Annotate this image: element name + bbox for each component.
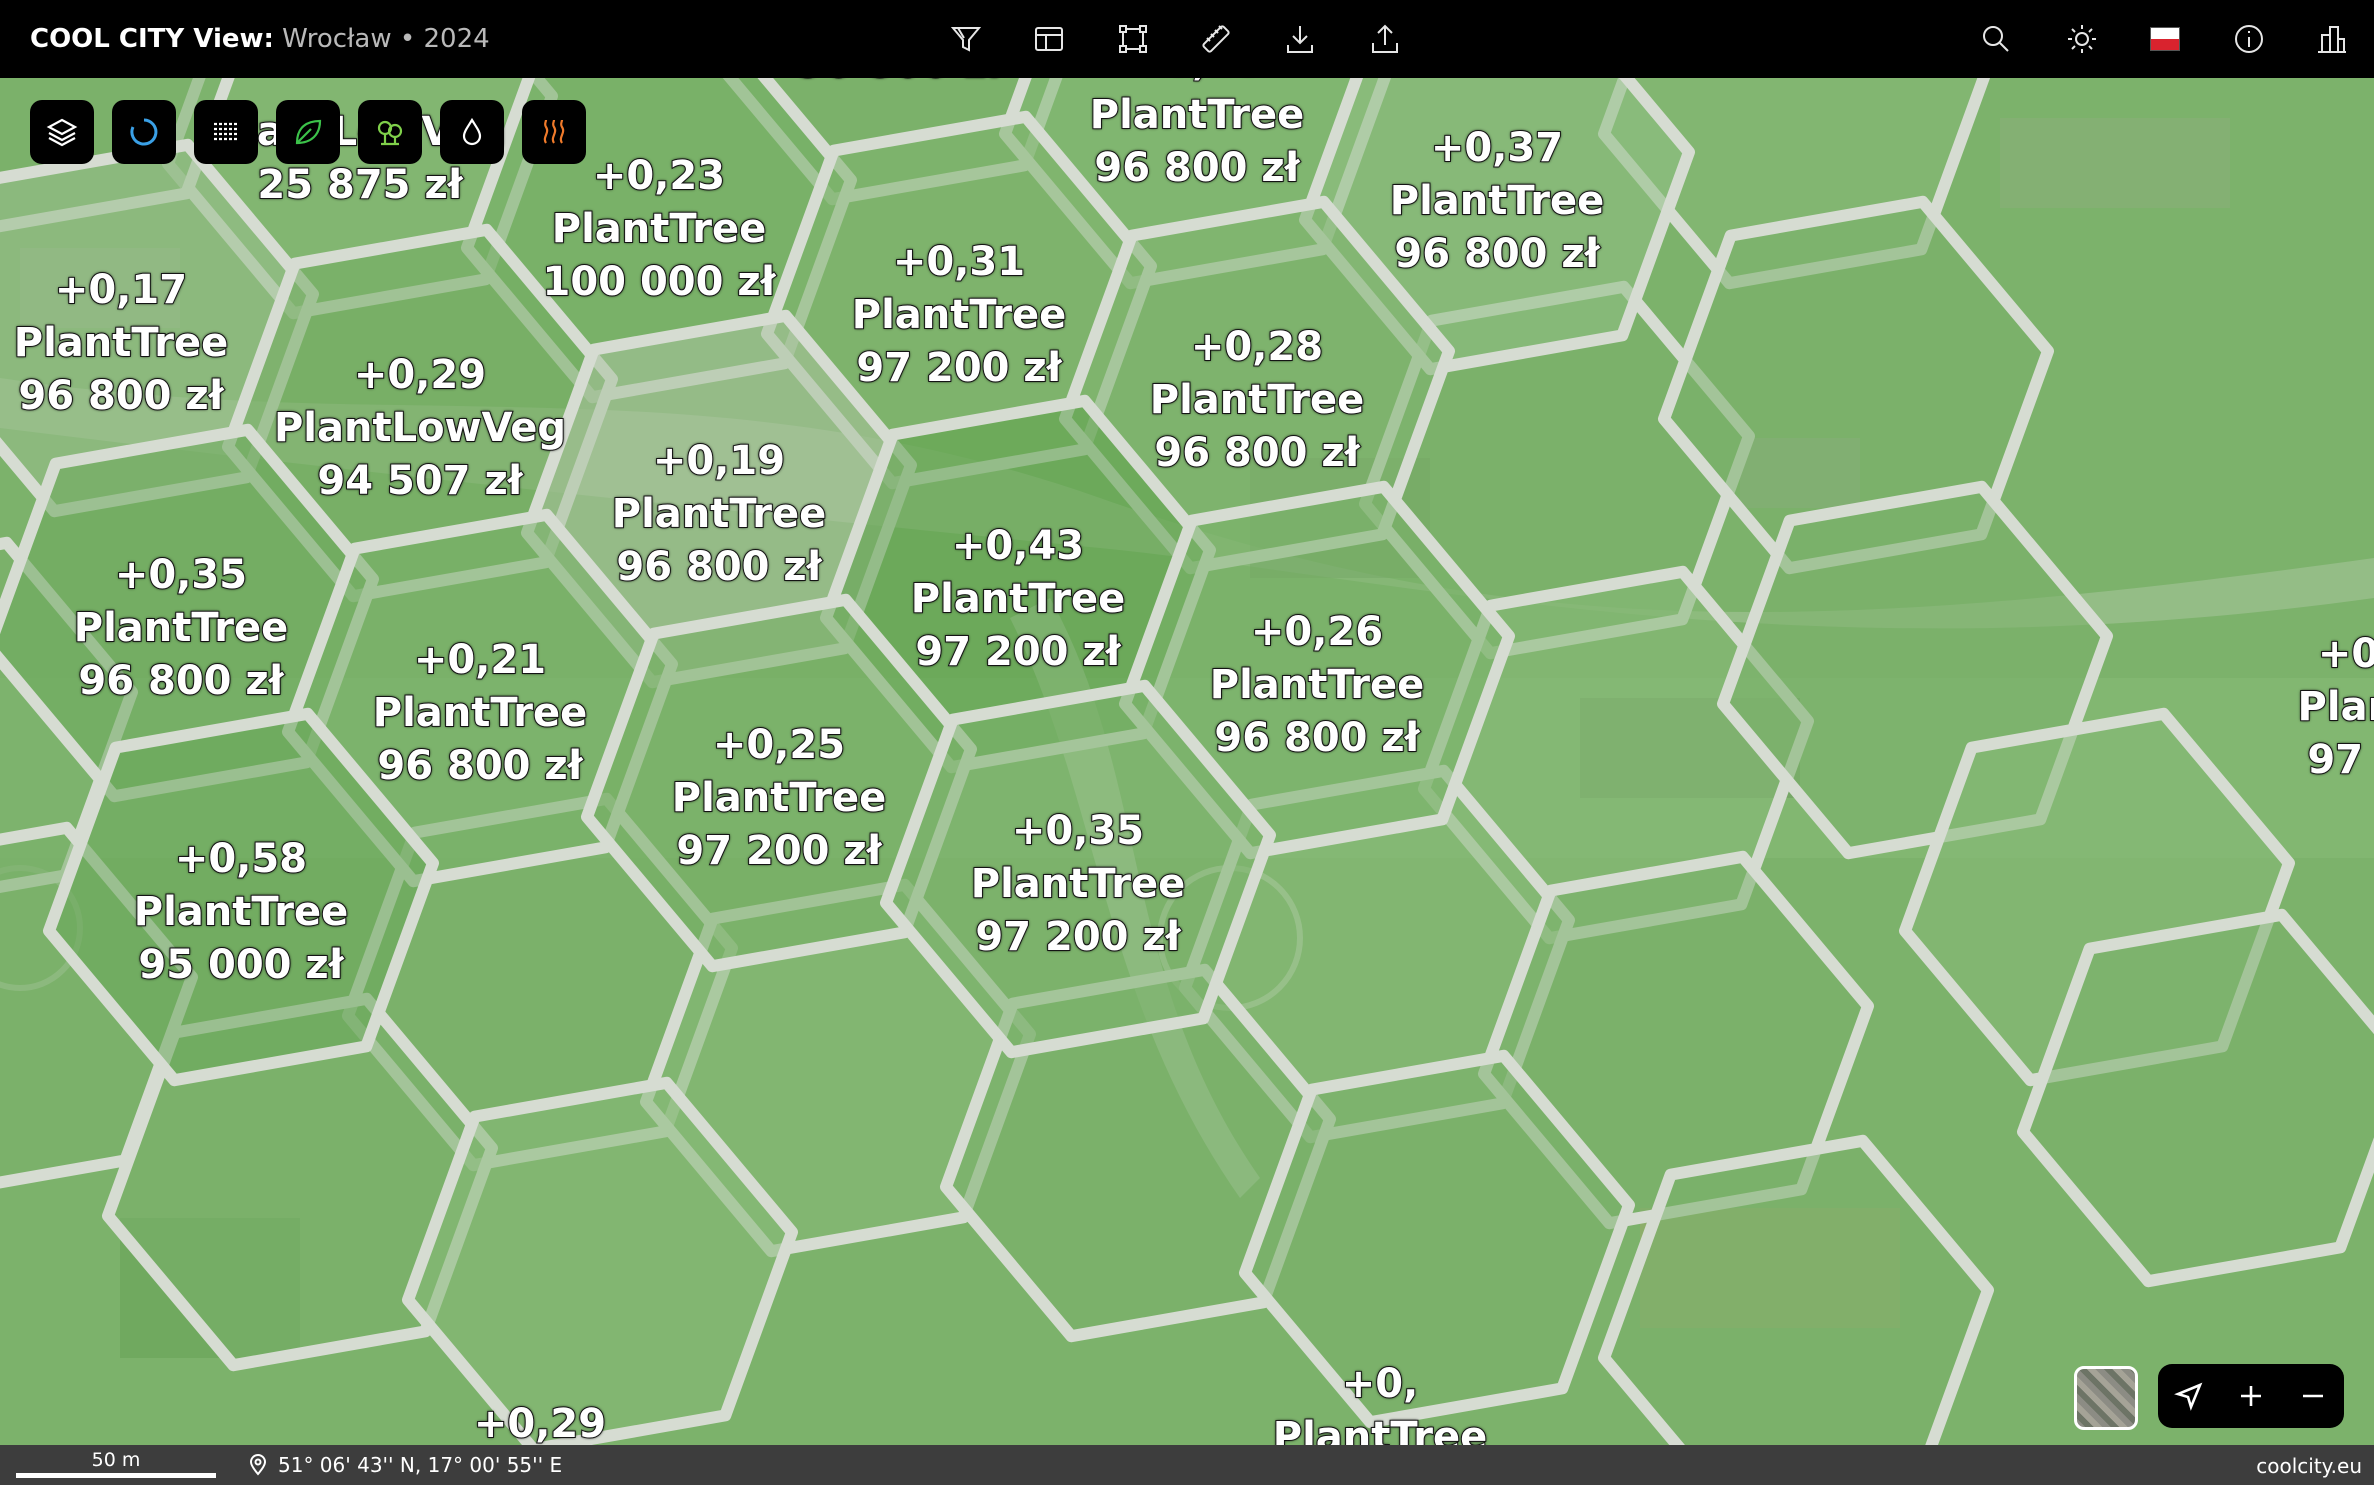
table-button[interactable] [1027,17,1071,61]
theme-toggle-button[interactable] [2060,17,2104,61]
zoom-in-button[interactable] [2225,1370,2277,1422]
trees-layer-button[interactable] [358,100,422,164]
coordinates-text: 51° 06' 43'' N, 17° 00' 55'' E [278,1453,563,1477]
vegetation-layer-button[interactable] [276,100,340,164]
basemap-toggle-thumbnail[interactable] [2074,1366,2138,1430]
map-nav-controls [2158,1364,2344,1428]
loading-ring-icon [130,118,158,146]
loading-layer-button[interactable] [112,100,176,164]
hatch-layer-button[interactable] [194,100,258,164]
info-icon [2235,25,2263,53]
layer-toolbar [30,100,586,164]
status-bar: 50 m 51° 06' 43'' N, 17° 00' 55'' E cool… [0,1445,2374,1485]
buildings-icon [2318,26,2346,53]
filter-icon [950,27,982,52]
year-label: 2024 [423,24,490,54]
map-canvas[interactable]: +0,25PlantTree96 800 zł+0,37PlantTree96 … [0,78,2374,1445]
zoom-out-button[interactable] [2287,1370,2339,1422]
app-title: COOL CITY View: Wrocław • 2024 [30,22,490,56]
locate-arrow-icon [2174,1382,2203,1411]
language-button[interactable] [2143,17,2187,61]
site-link[interactable]: coolcity.eu [2256,1454,2362,1478]
trees-icon [377,120,403,146]
city-name: Wrocław [282,24,392,54]
search-button[interactable] [1974,17,2018,61]
layers-button[interactable] [30,100,94,164]
download-icon [1287,26,1313,53]
heat-waves-icon [543,119,565,144]
scale-label: 50 m [91,1449,141,1471]
share-icon [1372,24,1398,53]
info-button[interactable] [2227,17,2271,61]
scale-line [16,1473,216,1478]
filter-button[interactable] [944,17,988,61]
layers-icon [46,118,78,147]
share-button[interactable] [1363,17,1407,61]
select-area-button[interactable] [1111,17,1155,61]
map-background [0,78,2374,1445]
locate-button[interactable] [2163,1370,2215,1422]
heat-layer-button[interactable] [522,100,586,164]
ruler-icon [1202,25,1230,53]
water-drop-icon [462,117,482,146]
top-bar: COOL CITY View: Wrocław • 2024 [0,0,2374,78]
scale-bar: 50 m [16,1449,216,1478]
download-button[interactable] [1278,17,1322,61]
leaf-icon [295,119,322,145]
table-icon [1035,27,1063,51]
title-separator: • [391,24,424,54]
buildings-button[interactable] [2310,17,2354,61]
search-icon [1983,26,2009,52]
hatch-lines-icon [214,122,238,141]
minus-icon [2303,1394,2323,1398]
location-pin-icon [249,1454,267,1476]
water-layer-button[interactable] [440,100,504,164]
coordinates-readout: 51° 06' 43'' N, 17° 00' 55'' E [248,1453,562,1477]
poland-flag-icon [2150,27,2180,51]
ruler-button[interactable] [1194,17,1238,61]
select-area-icon [1119,25,1147,53]
sun-icon [2068,25,2096,53]
plus-icon [2241,1386,2261,1406]
app-brand: COOL CITY View: [30,24,274,54]
